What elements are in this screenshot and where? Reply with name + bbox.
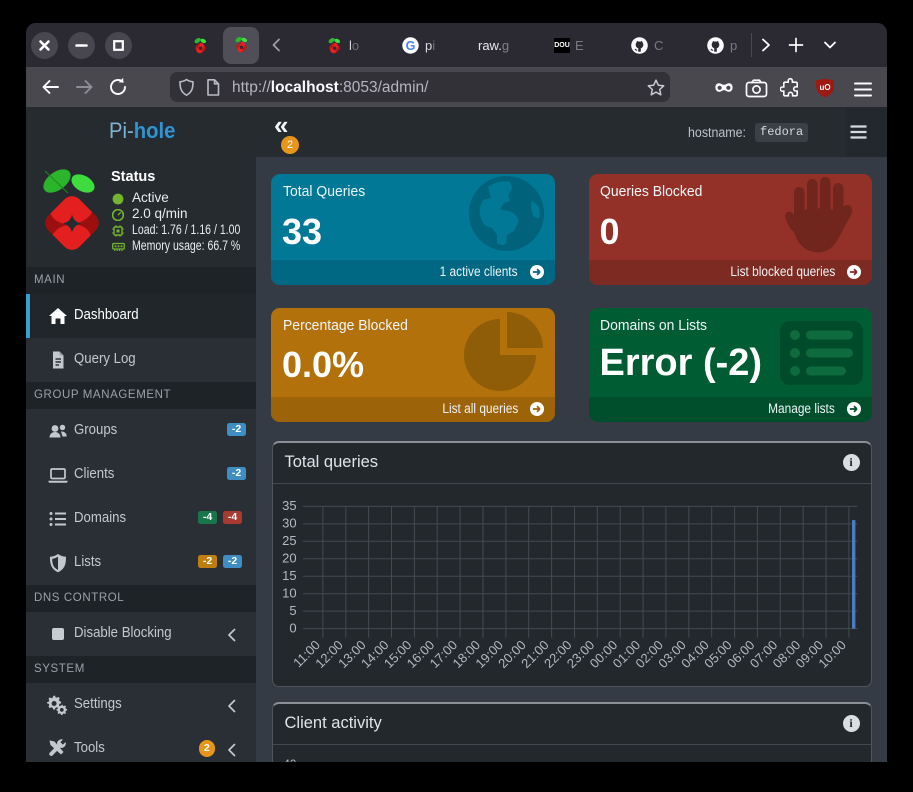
svg-text:0: 0 xyxy=(289,620,296,635)
svg-text:15: 15 xyxy=(282,568,296,583)
svg-text:uO: uO xyxy=(819,83,830,92)
svg-text:30: 30 xyxy=(282,516,296,531)
svg-text:5: 5 xyxy=(289,603,296,618)
svg-text:25: 25 xyxy=(282,533,296,548)
svg-text:20: 20 xyxy=(282,551,296,566)
svg-text:35: 35 xyxy=(282,498,296,513)
svg-text:G: G xyxy=(406,39,416,53)
svg-text:10: 10 xyxy=(282,586,296,601)
